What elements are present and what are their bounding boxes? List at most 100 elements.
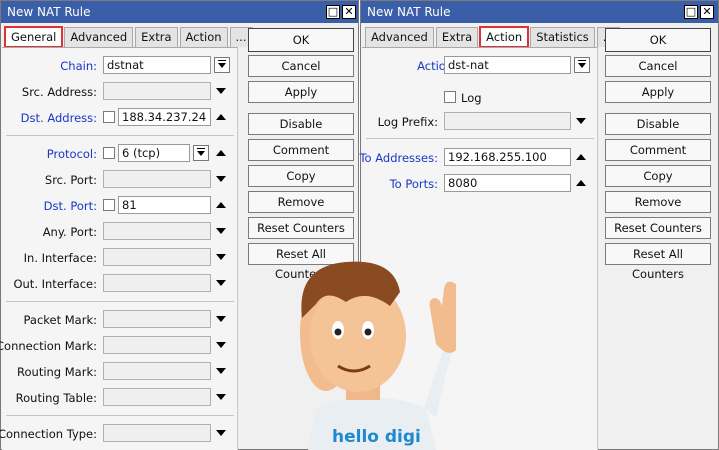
- mascot-waving-hand: [429, 281, 456, 353]
- log-checkbox[interactable]: [444, 91, 456, 103]
- connection-mark-row: Connection Mark:: [0, 336, 238, 356]
- mascot-pupil-right: [364, 328, 372, 336]
- expand-arrow-icon[interactable]: [216, 176, 226, 182]
- protocol-dropdown-button[interactable]: [193, 145, 209, 161]
- copy-button[interactable]: Copy: [248, 165, 354, 187]
- protocol-row: Protocol: 6 (tcp): [2, 144, 238, 164]
- expand-arrow-icon[interactable]: [216, 280, 226, 286]
- ok-button[interactable]: OK: [248, 28, 354, 52]
- in-interface-row: In. Interface:: [2, 248, 238, 268]
- to-addresses-label: To Addresses:: [359, 151, 438, 165]
- src-address-field[interactable]: [103, 82, 211, 100]
- collapse-arrow-icon[interactable]: [216, 202, 226, 208]
- dst-port-row: Dst. Port: 81: [2, 196, 238, 216]
- any-port-row: Any. Port:: [2, 222, 238, 242]
- window-title: New NAT Rule: [7, 5, 91, 19]
- window-title: New NAT Rule: [367, 5, 451, 19]
- collapse-arrow-icon[interactable]: [576, 154, 586, 160]
- dst-port-negate-checkbox[interactable]: [103, 199, 115, 211]
- tab-action[interactable]: Action: [179, 27, 228, 47]
- protocol-select[interactable]: 6 (tcp): [118, 144, 190, 162]
- log-prefix-label: Log Prefix:: [377, 115, 438, 129]
- action-dropdown-button[interactable]: [574, 57, 590, 73]
- tab-advanced[interactable]: Advanced: [365, 27, 434, 47]
- action-select[interactable]: dst-nat: [444, 56, 571, 74]
- comment-button[interactable]: Comment: [248, 139, 354, 161]
- in-interface-field[interactable]: [103, 248, 211, 266]
- maximize-button[interactable]: □: [684, 5, 698, 19]
- expand-arrow-icon[interactable]: [216, 88, 226, 94]
- reset-all-counters-button[interactable]: Reset All Counters: [605, 243, 711, 281]
- apply-button[interactable]: Apply: [605, 81, 711, 103]
- out-interface-label: Out. Interface:: [13, 277, 97, 291]
- cancel-button[interactable]: Cancel: [248, 55, 354, 77]
- collapse-arrow-icon[interactable]: [216, 114, 226, 120]
- disable-button[interactable]: Disable: [248, 113, 354, 135]
- dst-address-field[interactable]: 188.34.237.24: [118, 108, 211, 126]
- tab-action[interactable]: Action: [479, 26, 530, 48]
- expand-arrow-icon[interactable]: [216, 342, 226, 348]
- tab-advanced[interactable]: Advanced: [64, 27, 134, 47]
- close-button[interactable]: ✕: [700, 5, 714, 19]
- packet-mark-label: Packet Mark:: [23, 313, 97, 327]
- chain-select[interactable]: dstnat: [103, 56, 211, 74]
- any-port-field[interactable]: [103, 222, 211, 240]
- packet-mark-field[interactable]: [103, 310, 211, 328]
- chain-label: Chain:: [60, 59, 97, 73]
- window-titlebar[interactable]: New NAT Rule □ ✕: [1, 1, 358, 23]
- routing-table-label: Routing Table:: [15, 391, 97, 405]
- dst-address-row: Dst. Address: 188.34.237.24: [2, 108, 238, 128]
- comment-button[interactable]: Comment: [605, 139, 711, 161]
- tab-extra[interactable]: Extra: [435, 27, 479, 47]
- expand-arrow-icon[interactable]: [216, 394, 226, 400]
- remove-button[interactable]: Remove: [248, 191, 354, 213]
- to-addresses-field[interactable]: 192.168.255.100: [444, 148, 571, 166]
- expand-arrow-icon[interactable]: [216, 430, 226, 436]
- remove-button[interactable]: Remove: [605, 191, 711, 213]
- expand-arrow-icon[interactable]: [216, 254, 226, 260]
- maximize-button[interactable]: □: [326, 5, 340, 19]
- in-interface-label: In. Interface:: [23, 251, 97, 265]
- protocol-negate-checkbox[interactable]: [103, 147, 115, 159]
- window-titlebar[interactable]: New NAT Rule □ ✕: [361, 1, 718, 23]
- ok-button[interactable]: OK: [605, 28, 711, 52]
- collapse-arrow-icon[interactable]: [216, 150, 226, 156]
- log-prefix-field[interactable]: [444, 112, 571, 130]
- packet-mark-row: Packet Mark:: [2, 310, 238, 330]
- chain-dropdown-button[interactable]: [214, 57, 230, 73]
- reset-counters-button[interactable]: Reset Counters: [605, 217, 711, 239]
- dst-address-negate-checkbox[interactable]: [103, 111, 115, 123]
- apply-button[interactable]: Apply: [248, 81, 354, 103]
- any-port-label: Any. Port:: [42, 225, 97, 239]
- to-ports-field[interactable]: 8080: [444, 174, 571, 192]
- routing-table-field[interactable]: [103, 388, 211, 406]
- mascot-shirt-text: hello digi: [332, 427, 421, 447]
- expand-arrow-icon[interactable]: [216, 368, 226, 374]
- src-port-field[interactable]: [103, 170, 211, 188]
- copy-button[interactable]: Copy: [605, 165, 711, 187]
- collapse-arrow-icon[interactable]: [576, 180, 586, 186]
- dst-port-field[interactable]: 81: [118, 196, 211, 214]
- expand-arrow-icon[interactable]: [216, 228, 226, 234]
- tab-bar: Advanced Extra Action Statistics ...: [365, 26, 622, 48]
- reset-counters-button[interactable]: Reset Counters: [248, 217, 354, 239]
- routing-mark-row: Routing Mark:: [2, 362, 238, 382]
- src-port-row: Src. Port:: [2, 170, 238, 190]
- connection-type-field[interactable]: [103, 424, 211, 442]
- routing-mark-field[interactable]: [103, 362, 211, 380]
- to-ports-label: To Ports:: [389, 177, 438, 191]
- separator: [6, 415, 234, 416]
- connection-type-label: Connection Type:: [0, 427, 97, 441]
- tab-general[interactable]: General: [3, 26, 64, 48]
- out-interface-field[interactable]: [103, 274, 211, 292]
- connection-mark-label: Connection Mark:: [0, 339, 97, 353]
- tab-extra[interactable]: Extra: [135, 27, 178, 47]
- tab-statistics[interactable]: Statistics: [530, 27, 595, 47]
- expand-arrow-icon[interactable]: [216, 316, 226, 322]
- expand-arrow-icon[interactable]: [576, 118, 586, 124]
- connection-mark-field[interactable]: [103, 336, 211, 354]
- cancel-button[interactable]: Cancel: [605, 55, 711, 77]
- chain-row: Chain: dstnat: [2, 56, 238, 76]
- close-button[interactable]: ✕: [342, 5, 356, 19]
- disable-button[interactable]: Disable: [605, 113, 711, 135]
